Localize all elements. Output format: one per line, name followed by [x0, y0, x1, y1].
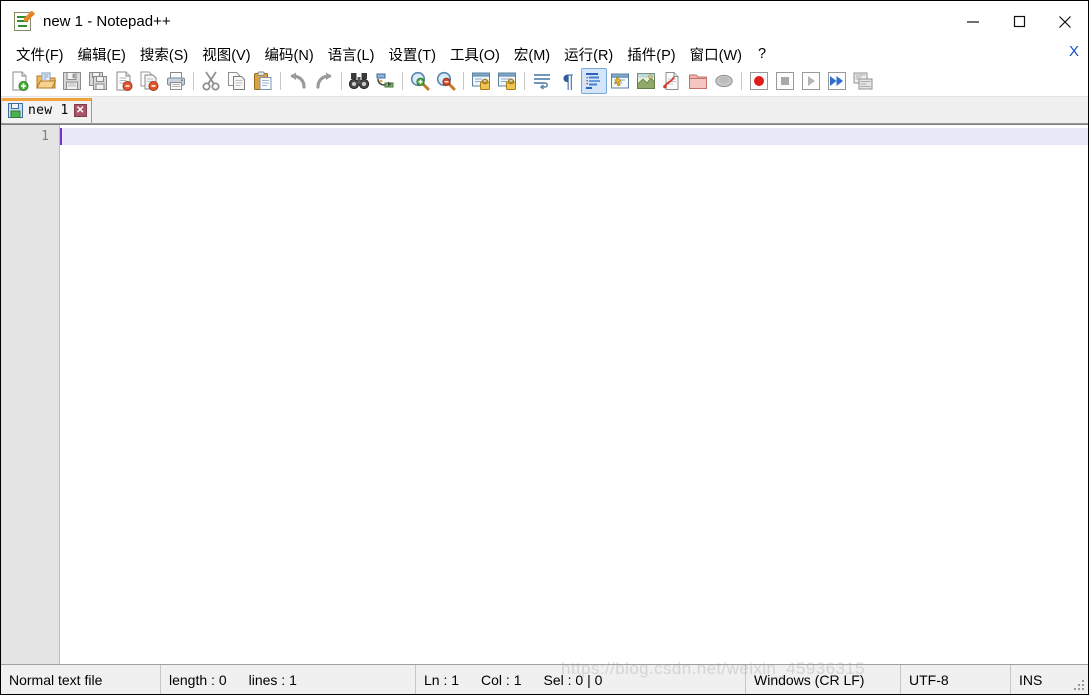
undo-icon[interactable]: [285, 68, 311, 94]
menu-bar: 文件(F) 编辑(E) 搜索(S) 视图(V) 编码(N) 语言(L) 设置(T…: [1, 42, 1088, 66]
status-col: Col : 1: [481, 671, 522, 688]
menu-item-tools[interactable]: 工具(O): [443, 42, 507, 67]
menu-item-edit[interactable]: 编辑(E): [71, 42, 133, 67]
title-bar: new 1 - Notepad++: [1, 1, 1088, 42]
sync-horizontal-scroll-icon[interactable]: [494, 68, 520, 94]
toolbar-separator: [741, 72, 742, 90]
status-length: length : 0: [169, 671, 227, 688]
zoom-in-icon[interactable]: [407, 68, 433, 94]
tab-new-1[interactable]: new 1 ✕: [1, 98, 92, 123]
status-length-lines: length : 0 lines : 1: [161, 665, 416, 694]
toolbar-separator: [341, 72, 342, 90]
sync-vertical-scroll-icon[interactable]: [468, 68, 494, 94]
play-macro-icon[interactable]: [798, 68, 824, 94]
indent-guide-icon[interactable]: [581, 68, 607, 94]
window-title: new 1 - Notepad++: [43, 13, 171, 30]
menu-item-language[interactable]: 语言(L): [321, 42, 382, 67]
window-controls: [950, 1, 1088, 42]
record-macro-icon[interactable]: [746, 68, 772, 94]
function-list-icon[interactable]: [659, 68, 685, 94]
toolbar: ¶: [1, 66, 1088, 97]
text-content-area[interactable]: [60, 125, 1088, 664]
tab-bar: new 1 ✕: [1, 97, 1088, 124]
notepadpp-window: new 1 - Notepad++ 文件(F) 编辑(E) 搜索(S) 视图(V…: [0, 0, 1089, 695]
new-file-icon[interactable]: [7, 68, 33, 94]
maximize-button[interactable]: [996, 1, 1042, 42]
toolbar-separator: [463, 72, 464, 90]
menu-item-help[interactable]: ?: [749, 44, 775, 64]
menu-item-macro[interactable]: 宏(M): [507, 42, 557, 67]
copy-icon[interactable]: [224, 68, 250, 94]
svg-text:¶: ¶: [562, 71, 574, 91]
menu-item-view[interactable]: 视图(V): [195, 42, 257, 67]
close-all-files-icon[interactable]: [137, 68, 163, 94]
save-icon[interactable]: [59, 68, 85, 94]
status-bar: Normal text file length : 0 lines : 1 Ln…: [1, 664, 1088, 694]
run-macro-dialog-icon[interactable]: [850, 68, 876, 94]
folder-as-workspace-icon[interactable]: [685, 68, 711, 94]
notepad-plus-plus-icon: [13, 10, 35, 33]
editor-area[interactable]: 1: [1, 124, 1088, 664]
replace-icon[interactable]: [372, 68, 398, 94]
text-caret: [60, 128, 62, 145]
close-button[interactable]: [1042, 1, 1088, 42]
toolbar-separator: [524, 72, 525, 90]
minimize-button[interactable]: [950, 1, 996, 42]
close-document-button[interactable]: X: [1069, 43, 1079, 60]
status-caret-position: Ln : 1 Col : 1 Sel : 0 | 0: [416, 665, 746, 694]
tab-active-accent: [2, 98, 91, 101]
show-all-characters-icon[interactable]: ¶: [555, 68, 581, 94]
toolbar-separator: [280, 72, 281, 90]
redo-icon[interactable]: [311, 68, 337, 94]
menu-item-settings[interactable]: 设置(T): [381, 42, 443, 67]
paste-icon[interactable]: [250, 68, 276, 94]
find-icon[interactable]: [346, 68, 372, 94]
status-sel: Sel : 0 | 0: [543, 671, 603, 688]
line-number: 1: [41, 129, 49, 144]
fast-playback-icon[interactable]: [824, 68, 850, 94]
menu-item-file[interactable]: 文件(F): [9, 42, 71, 67]
save-floppy-icon: [8, 103, 23, 118]
status-lines: lines : 1: [248, 671, 297, 688]
status-eol-format[interactable]: Windows (CR LF): [746, 665, 901, 694]
status-file-type: Normal text file: [1, 665, 161, 694]
close-file-icon[interactable]: [111, 68, 137, 94]
word-wrap-icon[interactable]: [529, 68, 555, 94]
monitoring-icon[interactable]: [711, 68, 737, 94]
status-encoding[interactable]: UTF-8: [901, 665, 1011, 694]
menu-item-search[interactable]: 搜索(S): [133, 42, 195, 67]
status-ln: Ln : 1: [424, 671, 460, 688]
toolbar-separator: [193, 72, 194, 90]
menu-item-run[interactable]: 运行(R): [557, 42, 620, 67]
menu-item-encoding[interactable]: 编码(N): [258, 42, 321, 67]
stop-macro-icon[interactable]: [772, 68, 798, 94]
zoom-out-icon[interactable]: [433, 68, 459, 94]
toolbar-separator: [402, 72, 403, 90]
open-file-icon[interactable]: [33, 68, 59, 94]
line-number-gutter: 1: [1, 125, 60, 664]
cut-icon[interactable]: [198, 68, 224, 94]
ui-settings-icon[interactable]: [607, 68, 633, 94]
save-all-icon[interactable]: [85, 68, 111, 94]
tab-label: new 1: [28, 103, 69, 118]
menu-item-plugins[interactable]: 插件(P): [620, 42, 682, 67]
resize-grip[interactable]: [1073, 680, 1085, 692]
current-line-highlight: [60, 128, 1088, 145]
document-map-icon[interactable]: [633, 68, 659, 94]
menu-item-window[interactable]: 窗口(W): [683, 42, 749, 67]
tab-close-icon[interactable]: ✕: [73, 104, 87, 117]
print-icon[interactable]: [163, 68, 189, 94]
